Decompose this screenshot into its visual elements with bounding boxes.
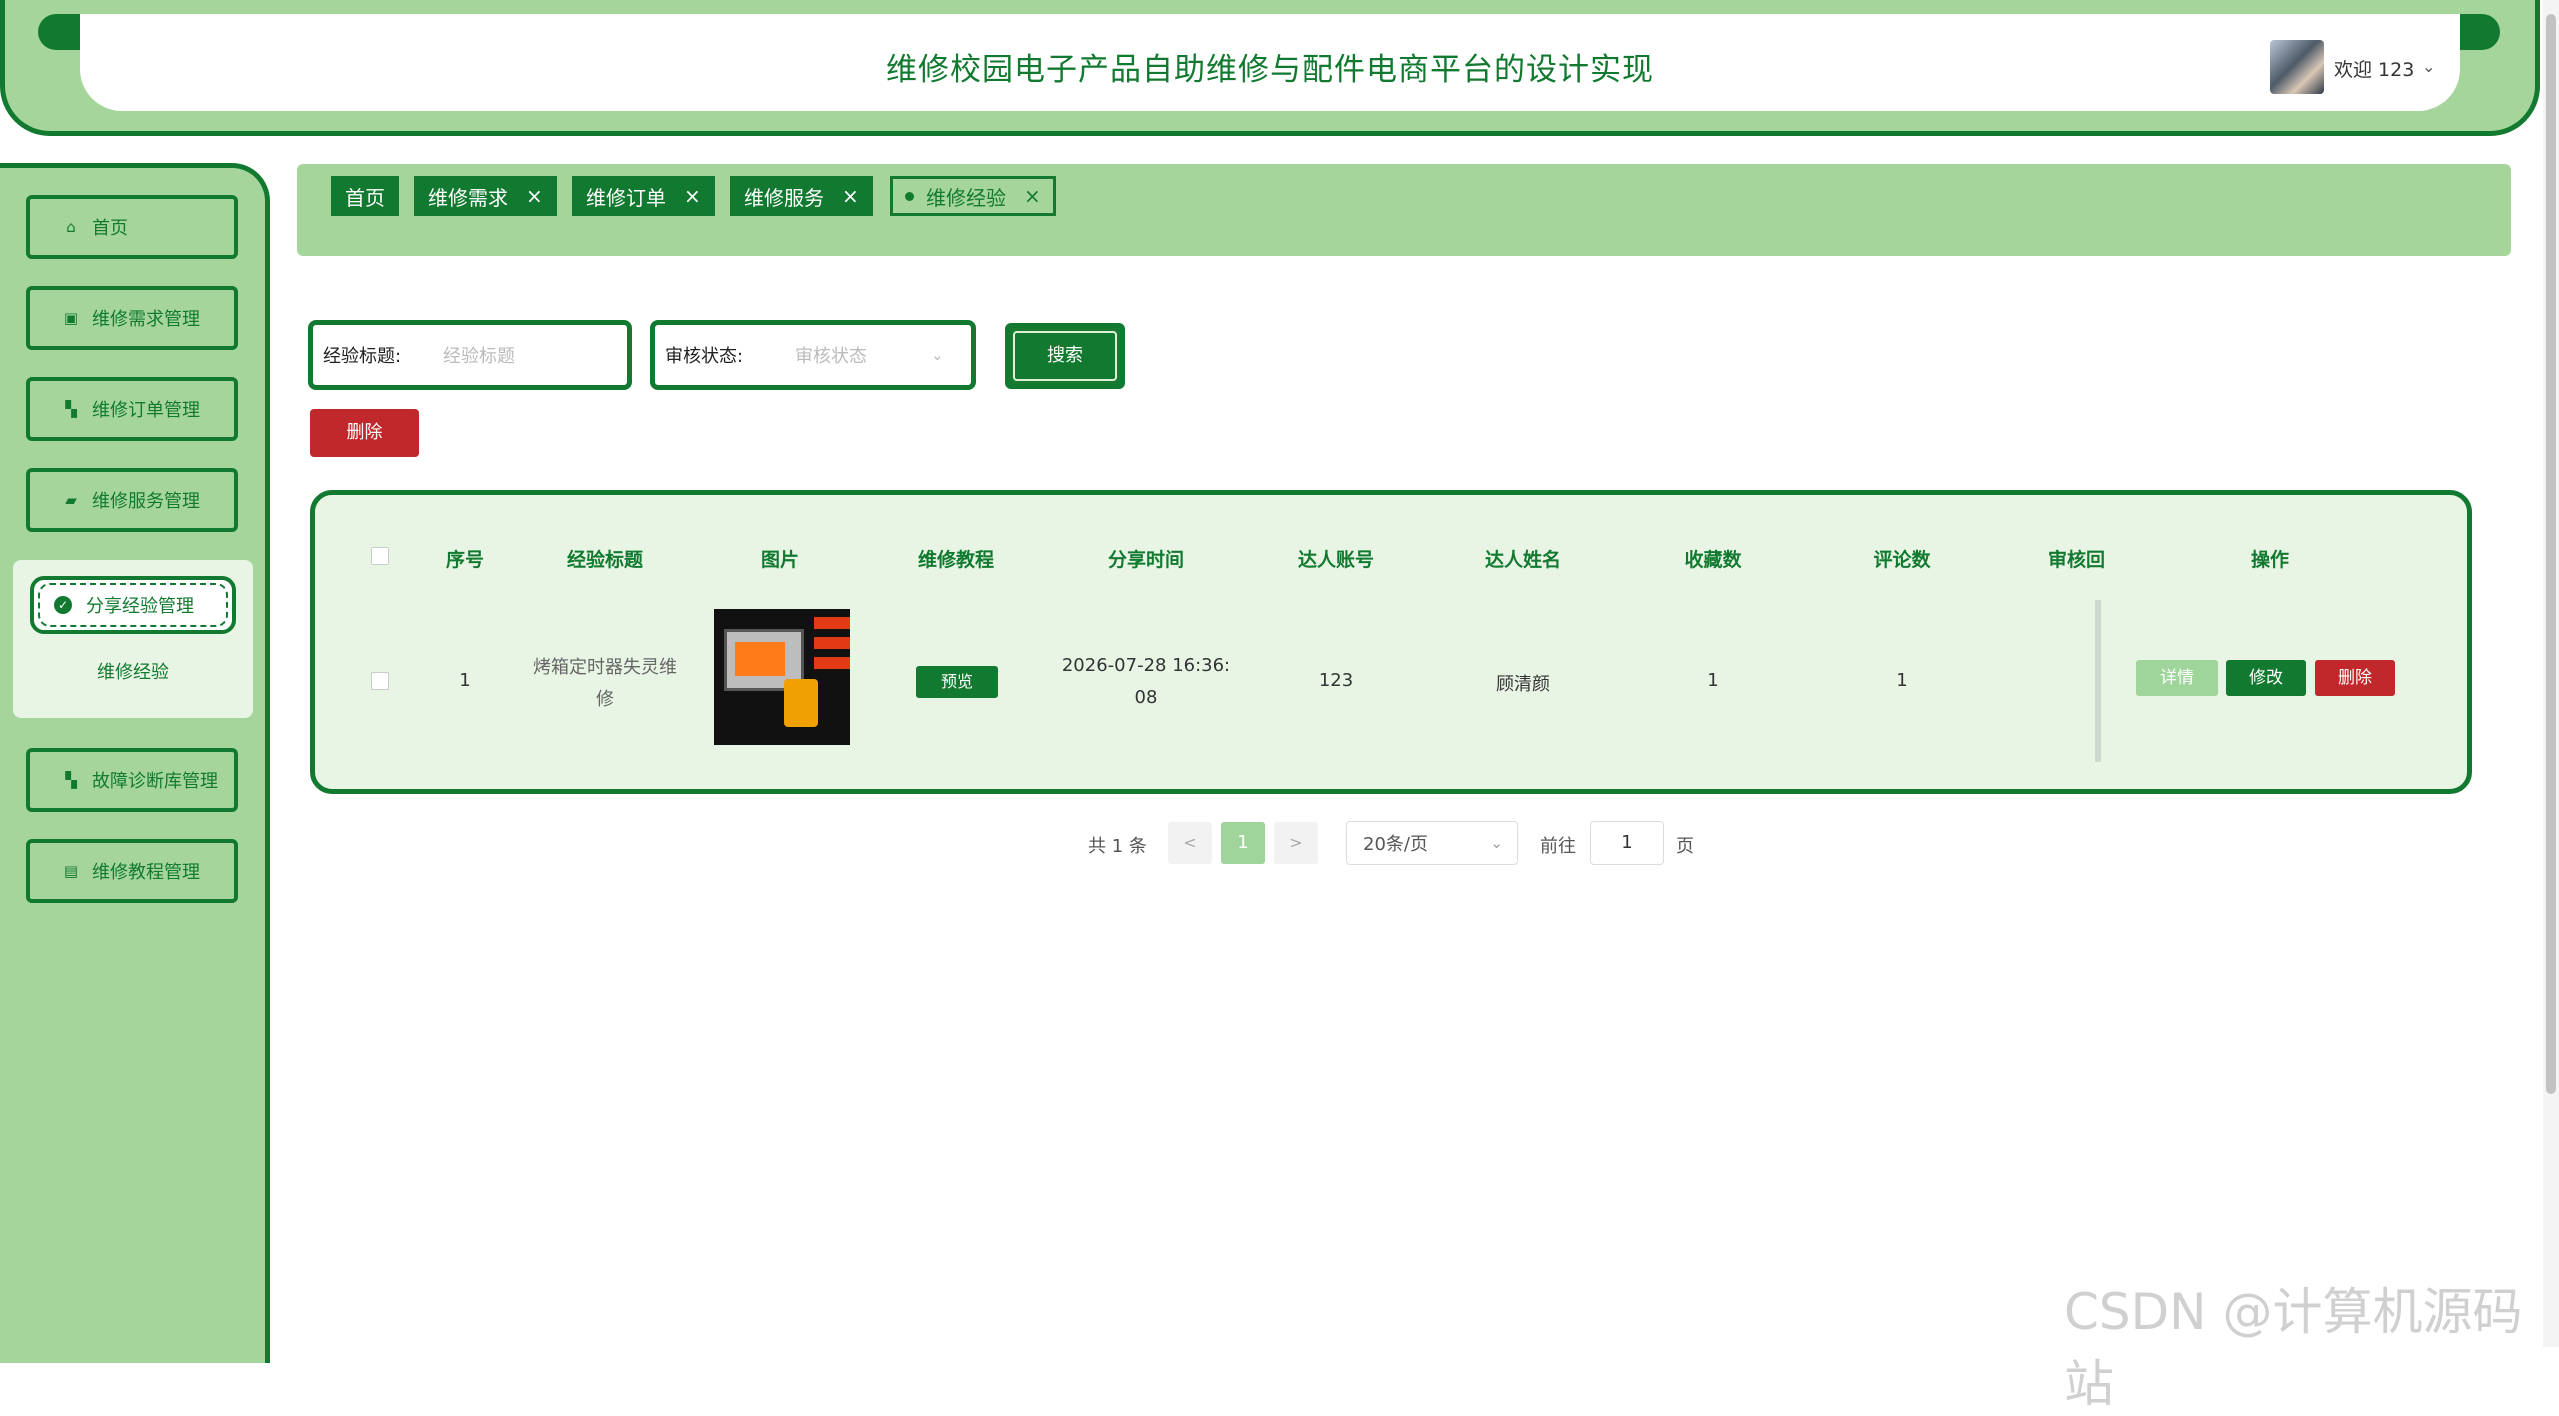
cart-icon: ▚ <box>65 400 77 418</box>
sidebar-item-label: 首页 <box>92 218 128 239</box>
tab-home[interactable]: 首页 <box>331 176 399 216</box>
title-search-field[interactable]: 经验标题: 经验标题 <box>308 320 632 390</box>
sidebar-item-label: 维修需求管理 <box>92 309 200 330</box>
pagination-total: 共 1 条 <box>1088 836 1147 857</box>
tab-label: 维修服务 <box>744 185 824 210</box>
tab-label: 维修经验 <box>926 185 1006 210</box>
col-header-actions: 操作 <box>2250 549 2289 571</box>
close-icon[interactable]: × <box>684 184 701 208</box>
sidebar-item-fault-diagnosis[interactable]: ▚ 故障诊断库管理 <box>26 748 238 812</box>
row-index: 1 <box>459 670 471 691</box>
fixed-column-divider <box>2095 600 2101 762</box>
avatar[interactable] <box>2270 40 2324 94</box>
tab-label: 维修订单 <box>586 185 666 210</box>
edit-button[interactable]: 修改 <box>2226 660 2306 696</box>
row-account: 123 <box>1318 670 1354 691</box>
page-size-select[interactable]: 20条/页 ⌄ <box>1346 821 1518 865</box>
tab-label: 首页 <box>345 185 385 210</box>
chip-icon: ▣ <box>63 309 79 327</box>
col-header-audit: 审核回 <box>2048 549 2104 571</box>
chevron-down-icon[interactable]: ⌄ <box>931 346 944 364</box>
circle-icon: ✓ <box>54 596 72 614</box>
scrollbar-thumb[interactable] <box>2546 14 2556 1094</box>
book-icon: ▤ <box>63 862 79 880</box>
sidebar-item-label: 维修服务管理 <box>92 491 200 512</box>
next-page-button[interactable]: > <box>1274 822 1318 864</box>
col-header-comments: 评论数 <box>1873 549 1931 571</box>
close-icon[interactable]: × <box>1024 184 1041 208</box>
sidebar-item-share-experience[interactable]: ✓ 分享经验管理 <box>30 576 236 634</box>
row-image[interactable] <box>714 609 850 745</box>
data-table <box>310 490 2472 794</box>
tab-label: 维修需求 <box>428 185 508 210</box>
sidebar-item-label: 故障诊断库管理 <box>92 771 218 792</box>
sidebar-item-repair-demand[interactable]: ▣ 维修需求管理 <box>26 286 238 350</box>
tab-repair-experience[interactable]: 维修经验 × <box>890 176 1056 216</box>
cart-icon: ▚ <box>65 771 77 789</box>
sidebar-item-label: 分享经验管理 <box>86 596 194 617</box>
row-title: 烤箱定时器失灵维 修 <box>533 657 677 710</box>
sidebar-item-label: 维修教程管理 <box>92 862 200 883</box>
goto-label: 前往 <box>1540 836 1576 857</box>
col-header-favorites: 收藏数 <box>1684 549 1742 571</box>
row-comments: 1 <box>1896 670 1908 691</box>
detail-button[interactable]: 详情 <box>2136 660 2218 696</box>
welcome-text[interactable]: 欢迎 123 <box>2334 55 2414 82</box>
sidebar-item-home[interactable]: ⌂ 首页 <box>26 195 238 259</box>
col-header-name: 达人姓名 <box>1484 549 1561 571</box>
close-icon[interactable]: × <box>526 184 543 208</box>
sidebar-item-repair-service[interactable]: ▰ 维修服务管理 <box>26 468 238 532</box>
col-header-account: 达人账号 <box>1297 549 1374 571</box>
preview-button[interactable]: 预览 <box>916 666 998 698</box>
title-search-input[interactable]: 经验标题 <box>443 342 515 368</box>
watermark: CSDN @计算机源码站 <box>2064 1283 2523 1413</box>
row-favorites: 1 <box>1707 670 1719 691</box>
batch-delete-button[interactable]: 删除 <box>310 409 419 457</box>
sidebar-item-label: 维修订单管理 <box>92 400 200 421</box>
status-select-field[interactable]: 审核状态: 审核状态 ⌄ <box>650 320 976 390</box>
col-header-tutorial: 维修教程 <box>917 549 994 571</box>
row-share-time: 2026-07-28 16:36: 08 <box>1061 655 1231 708</box>
sidebar-item-repair-order[interactable]: ▚ 维修订单管理 <box>26 377 238 441</box>
tab-repair-service[interactable]: 维修服务 × <box>730 176 873 216</box>
prev-page-button[interactable]: < <box>1168 822 1212 864</box>
chevron-down-icon: ⌄ <box>1490 834 1503 852</box>
select-all-checkbox[interactable] <box>371 547 389 565</box>
close-icon[interactable]: × <box>842 184 859 208</box>
col-header-index: 序号 <box>445 549 484 571</box>
row-name: 顾清颜 <box>1496 674 1550 695</box>
title-search-label: 经验标题: <box>323 346 402 367</box>
folder-icon: ▰ <box>65 491 77 509</box>
search-button[interactable]: 搜索 <box>1005 323 1125 389</box>
status-select[interactable]: 审核状态 <box>795 342 867 368</box>
col-header-share-time: 分享时间 <box>1107 549 1184 571</box>
sidebar-item-repair-tutorial[interactable]: ▤ 维修教程管理 <box>26 839 238 903</box>
col-header-image: 图片 <box>760 549 799 571</box>
row-delete-button[interactable]: 删除 <box>2315 660 2395 696</box>
page-suffix: 页 <box>1676 836 1694 857</box>
col-header-title: 经验标题 <box>566 549 643 571</box>
site-title: 维修校园电子产品自助维修与配件电商平台的设计实现 <box>886 52 1654 88</box>
sidebar-subitem-repair-experience[interactable]: 维修经验 <box>13 658 253 684</box>
current-page[interactable]: 1 <box>1221 822 1265 864</box>
active-dot-icon <box>905 191 914 201</box>
tab-repair-demand[interactable]: 维修需求 × <box>414 176 557 216</box>
row-checkbox[interactable] <box>371 672 389 690</box>
tab-repair-order[interactable]: 维修订单 × <box>572 176 715 216</box>
chevron-down-icon[interactable]: ⌄ <box>2422 57 2435 76</box>
home-icon: ⌂ <box>66 218 76 236</box>
goto-page-input[interactable]: 1 <box>1590 821 1664 865</box>
status-select-label: 审核状态: <box>665 346 744 367</box>
